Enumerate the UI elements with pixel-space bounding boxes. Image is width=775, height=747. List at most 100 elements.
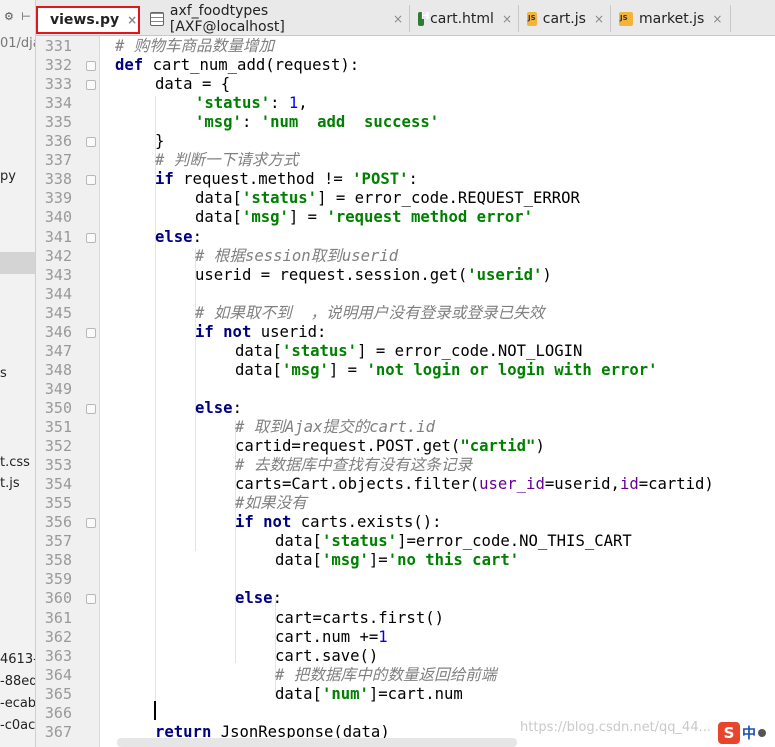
code-line[interactable]: # 把数据库中的数量返回给前端 bbox=[275, 666, 497, 685]
code-line[interactable]: # 购物车商品数量增加 bbox=[115, 37, 274, 56]
code-line[interactable]: # 如果取不到 ，说明用户没有登录或登录已失效 bbox=[195, 304, 544, 323]
code-line[interactable]: data = { bbox=[155, 75, 230, 94]
code-line[interactable]: else: bbox=[235, 589, 282, 608]
project-tree-item[interactable]: s bbox=[0, 366, 7, 381]
code-line[interactable]: 'status': 1, bbox=[195, 94, 308, 113]
code-line[interactable]: data['msg']='no this cart' bbox=[275, 551, 519, 570]
code-token: "cartid" bbox=[460, 437, 536, 455]
tab-axf_foodtypes[interactable]: axf_foodtypes [AXF@localhost] × bbox=[144, 3, 410, 35]
project-tree-item[interactable]: py bbox=[0, 169, 16, 184]
code-line[interactable]: if request.method != 'POST': bbox=[155, 170, 418, 189]
code-token: ] = bbox=[288, 208, 327, 226]
line-number: 354 bbox=[44, 475, 72, 493]
ime-indicator[interactable]: S 中 bbox=[718, 718, 775, 747]
code-token: data[ bbox=[275, 551, 322, 569]
fold-marker-icon[interactable] bbox=[86, 594, 96, 604]
project-tree-item[interactable]: 01/dja bbox=[0, 36, 35, 51]
code-line[interactable]: #如果没有 bbox=[235, 494, 307, 513]
code-line[interactable]: # 取到Ajax提交的cart.id bbox=[235, 418, 435, 437]
code-token: user_id bbox=[479, 475, 545, 493]
line-number: 336 bbox=[44, 132, 72, 150]
code-token: : bbox=[272, 589, 282, 607]
project-tree-item[interactable]: t.css bbox=[0, 455, 30, 470]
code-token: 'request method error' bbox=[326, 208, 534, 226]
tab-market[interactable]: market.js × bbox=[613, 5, 731, 32]
code-token: data[ bbox=[235, 342, 282, 360]
code-line[interactable]: data['status'] = error_code.REQUEST_ERRO… bbox=[195, 189, 580, 208]
code-token: data = { bbox=[155, 75, 231, 93]
project-tree-item[interactable]: -88ed bbox=[0, 674, 35, 689]
code-token: cart=carts.first() bbox=[275, 609, 444, 627]
selected-tree-row[interactable] bbox=[0, 252, 35, 274]
code-token: : bbox=[270, 94, 289, 112]
code-line[interactable]: data['status'] = error_code.NOT_LOGIN bbox=[235, 342, 582, 361]
code-line[interactable]: else: bbox=[155, 228, 202, 247]
fold-marker-icon[interactable] bbox=[86, 404, 96, 414]
code-line[interactable]: cart=carts.first() bbox=[275, 609, 444, 628]
code-token: ]=cart.num bbox=[368, 685, 463, 703]
tab-views[interactable]: views.py × bbox=[36, 6, 140, 34]
code-line[interactable]: } bbox=[155, 132, 164, 151]
code-line[interactable]: # 根据session取到userid bbox=[195, 247, 398, 266]
project-tree-item[interactable]: t.js bbox=[0, 476, 20, 491]
code-line[interactable]: userid = request.session.get('userid') bbox=[195, 266, 552, 285]
line-number: 333 bbox=[44, 75, 72, 93]
code-token: # 取到Ajax提交的cart.id bbox=[235, 418, 436, 436]
code-line[interactable]: if not userid: bbox=[195, 323, 326, 342]
code-token: if not bbox=[195, 323, 261, 341]
code-token: if not bbox=[235, 513, 301, 531]
horizontal-scrollbar[interactable] bbox=[117, 738, 517, 747]
code-token: 'msg' bbox=[241, 208, 289, 226]
code-line[interactable]: # 去数据库中查找有没有这条记录 bbox=[235, 456, 472, 475]
text-caret bbox=[154, 701, 156, 720]
project-tree-item[interactable]: -ecab bbox=[0, 696, 35, 711]
code-token: cart.num += bbox=[275, 628, 379, 646]
tab-cart[interactable]: cart.js × bbox=[521, 5, 611, 32]
code-line[interactable]: # 判断一下请求方式 bbox=[155, 151, 299, 170]
code-line[interactable]: carts=Cart.objects.filter(user_id=userid… bbox=[235, 475, 714, 494]
fold-marker-icon[interactable] bbox=[86, 518, 96, 528]
code-token: else bbox=[235, 589, 273, 607]
fold-marker-icon[interactable] bbox=[86, 137, 96, 147]
close-tab-icon[interactable]: × bbox=[712, 12, 722, 26]
close-tab-icon[interactable]: × bbox=[127, 13, 137, 27]
code-token: data[ bbox=[195, 208, 242, 226]
panel-toolbar-icons[interactable]: ⚙ ⊢ bbox=[4, 10, 33, 23]
code-line[interactable]: data['num']=cart.num bbox=[275, 685, 463, 704]
code-token: ) bbox=[542, 266, 552, 284]
line-number: 357 bbox=[44, 532, 72, 550]
code-token: 'status' bbox=[321, 532, 398, 550]
project-tree-item[interactable]: 4613- bbox=[0, 652, 35, 667]
close-tab-icon[interactable]: × bbox=[393, 12, 403, 26]
fold-marker-icon[interactable] bbox=[86, 61, 96, 71]
fold-marker-icon[interactable] bbox=[86, 175, 96, 185]
code-token: id bbox=[619, 475, 639, 493]
close-tab-icon[interactable]: × bbox=[594, 12, 604, 26]
code-line[interactable]: def cart_num_add(request): bbox=[115, 56, 359, 75]
code-line[interactable]: data['msg'] = 'not login or login with e… bbox=[235, 361, 658, 380]
code-token: ]=error_code.NO_THIS_CART bbox=[397, 532, 632, 550]
code-line[interactable]: data['status']=error_code.NO_THIS_CART bbox=[275, 532, 632, 551]
code-editor[interactable] bbox=[100, 36, 775, 747]
code-line[interactable]: cart.save() bbox=[275, 647, 378, 666]
tab-cart[interactable]: cart.html × bbox=[412, 5, 519, 32]
code-line[interactable]: if not carts.exists(): bbox=[235, 513, 442, 532]
code-token: # 把数据库中的数量返回给前端 bbox=[275, 666, 497, 684]
code-line[interactable]: cart.num +=1 bbox=[275, 628, 388, 647]
code-token: # 去数据库中查找有没有这条记录 bbox=[235, 456, 473, 474]
code-token: 'status' bbox=[241, 189, 318, 207]
code-token: 'no this cart' bbox=[387, 551, 520, 569]
line-number: 344 bbox=[44, 285, 72, 303]
close-tab-icon[interactable]: × bbox=[502, 12, 512, 26]
line-number: 365 bbox=[44, 685, 72, 703]
code-line[interactable]: else: bbox=[195, 399, 242, 418]
code-line[interactable]: data['msg'] = 'request method error' bbox=[195, 208, 533, 227]
code-line[interactable]: cartid=request.POST.get("cartid") bbox=[235, 437, 545, 456]
code-token: 'msg' bbox=[281, 361, 329, 379]
project-tree-item[interactable]: -c0ac bbox=[0, 718, 35, 733]
code-line[interactable]: 'msg': 'num add success' bbox=[195, 113, 439, 132]
fold-marker-icon[interactable] bbox=[86, 233, 96, 243]
ime-logo-icon: S bbox=[718, 721, 740, 744]
fold-marker-icon[interactable] bbox=[86, 328, 96, 338]
fold-marker-icon[interactable] bbox=[86, 80, 96, 90]
